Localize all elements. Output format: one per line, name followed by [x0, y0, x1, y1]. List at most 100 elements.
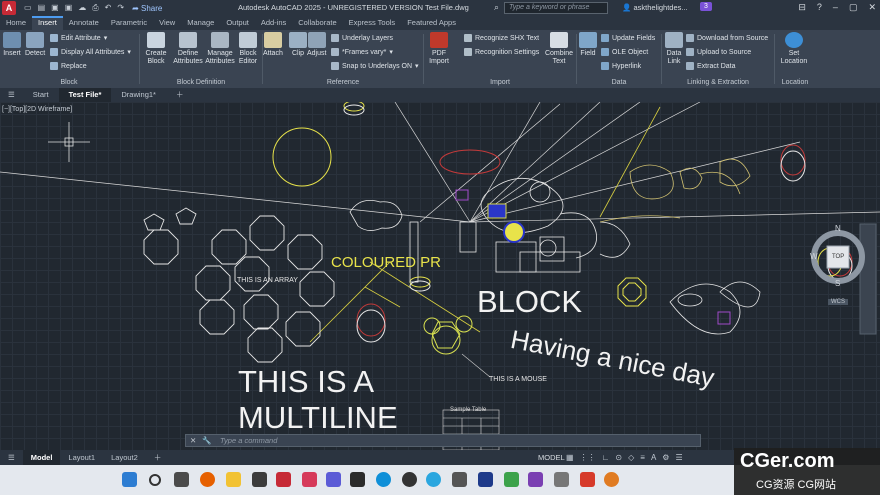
- tab-test-file[interactable]: Test File*: [58, 88, 112, 102]
- minimize-icon[interactable]: –: [833, 2, 838, 13]
- tab-model[interactable]: Model: [22, 450, 61, 465]
- tab-view[interactable]: View: [153, 16, 181, 30]
- model-space-toggle[interactable]: MODEL: [538, 453, 565, 462]
- edge-icon[interactable]: [376, 472, 391, 487]
- user-account[interactable]: 👤 askthelightdes...: [622, 3, 688, 12]
- block-editor-button[interactable]: Block Editor: [236, 32, 260, 66]
- attach-button[interactable]: Attach: [263, 32, 283, 58]
- pdf-import-button[interactable]: PDF Import: [428, 32, 450, 66]
- recognize-shx-button[interactable]: Recognize SHX Text: [464, 34, 539, 42]
- block-definition-label[interactable]: Block Definition: [140, 79, 262, 86]
- save-as-icon[interactable]: ▣: [65, 3, 73, 13]
- tab-collaborate[interactable]: Collaborate: [292, 16, 342, 30]
- notification-badge[interactable]: 3: [700, 2, 712, 11]
- workspace-icon[interactable]: ⚙: [662, 453, 669, 462]
- photoshop-icon[interactable]: [478, 472, 493, 487]
- share-button[interactable]: ➦ Share: [132, 4, 162, 13]
- manage-attributes-button[interactable]: Manage Attributes: [204, 32, 236, 66]
- tab-addins[interactable]: Add-ins: [255, 16, 292, 30]
- field-button[interactable]: Field: [579, 32, 597, 58]
- download-source-button[interactable]: Download from Source: [686, 34, 768, 42]
- layout-menu-icon[interactable]: ☰: [0, 450, 23, 465]
- upload-source-button[interactable]: Upload to Source: [686, 48, 751, 56]
- app-icon-grey[interactable]: [452, 472, 467, 487]
- search-input[interactable]: Type a keyword or phrase: [504, 2, 608, 14]
- edit-attribute-button[interactable]: Edit Attribute ▾: [50, 34, 107, 42]
- autocad-logo-icon[interactable]: A: [2, 1, 16, 15]
- help-icon[interactable]: ?: [817, 2, 822, 13]
- wcs-menu[interactable]: WCS: [828, 299, 848, 305]
- wrench-icon[interactable]: 🔧: [202, 436, 211, 445]
- update-fields-button[interactable]: Update Fields: [601, 34, 655, 42]
- firefox-icon[interactable]: [200, 472, 215, 487]
- snap-underlays-dropdown[interactable]: Snap to Underlays ON ▾: [331, 62, 419, 70]
- grid-icon[interactable]: ▦: [566, 453, 574, 462]
- lineweight-icon[interactable]: ≡: [640, 453, 645, 462]
- app-icon[interactable]: [326, 472, 341, 487]
- save-icon[interactable]: ▣: [51, 3, 59, 13]
- command-input[interactable]: Type a command: [220, 436, 277, 445]
- new-file-icon[interactable]: ▭: [24, 3, 32, 13]
- tab-drawing1[interactable]: Drawing1*: [111, 88, 166, 102]
- key-app-icon[interactable]: [604, 472, 619, 487]
- recognition-settings-button[interactable]: Recognition Settings: [464, 48, 539, 56]
- frames-dropdown[interactable]: *Frames vary* ▾: [331, 48, 393, 56]
- media-icon[interactable]: [528, 472, 543, 487]
- autocad-taskbar-icon[interactable]: [276, 472, 291, 487]
- ole-object-button[interactable]: OLE Object: [601, 48, 648, 56]
- tab-featured-apps[interactable]: Featured Apps: [401, 16, 462, 30]
- create-block-button[interactable]: Create Block: [144, 32, 168, 66]
- compass-west[interactable]: W: [810, 252, 818, 261]
- maximize-icon[interactable]: ▢: [849, 2, 858, 13]
- adjust-button[interactable]: Adjust: [307, 32, 326, 58]
- snap-mode-icon[interactable]: ⋮⋮: [580, 453, 596, 462]
- cart-icon[interactable]: ⊟: [798, 2, 806, 13]
- tab-parametric[interactable]: Parametric: [105, 16, 153, 30]
- combine-text-button[interactable]: Combine Text: [544, 32, 574, 66]
- define-attributes-button[interactable]: Define Attributes: [172, 32, 204, 66]
- compass-north[interactable]: N: [835, 224, 841, 233]
- command-line[interactable]: ✕ 🔧 Type a command: [185, 434, 701, 447]
- tab-layout2[interactable]: Layout2: [103, 450, 146, 465]
- reference-label[interactable]: Reference: [263, 79, 423, 86]
- design-app-icon[interactable]: [302, 472, 317, 487]
- app-icon-dark[interactable]: [350, 472, 365, 487]
- windows-start-icon[interactable]: [122, 472, 137, 487]
- extract-data-button[interactable]: Extract Data: [686, 62, 736, 70]
- tab-express-tools[interactable]: Express Tools: [343, 16, 402, 30]
- cloud-icon[interactable]: ☁: [78, 3, 86, 13]
- drawing-canvas[interactable]: [−][Top][2D Wireframe] COLOURED PR THIS …: [0, 102, 880, 450]
- close-icon[interactable]: ✕: [868, 2, 876, 13]
- annotation-icon[interactable]: A: [651, 453, 656, 462]
- detect-button[interactable]: Detect: [25, 32, 45, 58]
- search-icon[interactable]: ⌕: [494, 2, 499, 13]
- data-link-button[interactable]: Data Link: [664, 32, 684, 66]
- insert-button[interactable]: Insert: [3, 32, 21, 58]
- underlay-layers-button[interactable]: Underlay Layers: [331, 34, 393, 42]
- menu-icon[interactable]: ☰: [0, 88, 23, 102]
- set-location-button[interactable]: Set Location: [779, 32, 809, 66]
- compass-south[interactable]: S: [835, 279, 840, 288]
- undo-icon[interactable]: ↶: [105, 3, 112, 13]
- file-explorer-icon[interactable]: [226, 472, 241, 487]
- clip-button[interactable]: Clip: [289, 32, 307, 58]
- customize-icon[interactable]: ☰: [675, 453, 682, 462]
- osnap-icon[interactable]: ◇: [628, 453, 634, 462]
- pdf-taskbar-icon[interactable]: [580, 472, 595, 487]
- viewcube[interactable]: N S W TOP WCS: [808, 224, 868, 305]
- chrome-icon[interactable]: [402, 472, 417, 487]
- terminal-icon[interactable]: [252, 472, 267, 487]
- open-file-icon[interactable]: ▤: [38, 3, 46, 13]
- print-icon[interactable]: ⎙: [92, 3, 98, 13]
- display-all-attributes-button[interactable]: Display All Attributes ▾: [50, 48, 131, 56]
- close-command-icon[interactable]: ✕: [190, 436, 196, 445]
- block-panel-label[interactable]: Block: [0, 79, 138, 86]
- vpn-icon[interactable]: [554, 472, 569, 487]
- viewcube-top-face[interactable]: TOP: [832, 254, 844, 260]
- task-view-icon[interactable]: [174, 472, 189, 487]
- telegram-icon[interactable]: [426, 472, 441, 487]
- tab-manage[interactable]: Manage: [181, 16, 220, 30]
- tab-layout1[interactable]: Layout1: [60, 450, 103, 465]
- tab-home[interactable]: Home: [0, 16, 32, 30]
- replace-button[interactable]: Replace: [50, 62, 87, 70]
